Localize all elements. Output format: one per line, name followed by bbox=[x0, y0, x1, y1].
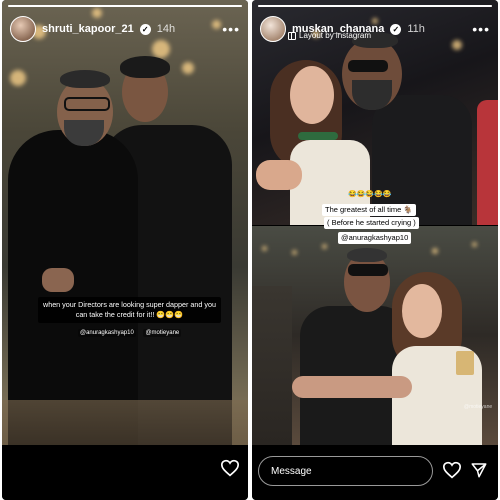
story-progress-bar bbox=[258, 5, 492, 7]
story-photo-bottom bbox=[252, 226, 498, 445]
timestamp: 14h bbox=[156, 23, 176, 35]
story-photo bbox=[2, 0, 248, 445]
watermark-text: @motieyane bbox=[464, 404, 493, 410]
emoji-sticker: 😂😂😂😂😂 bbox=[348, 191, 392, 198]
text-sticker-line: The greatest of all time 🐐 bbox=[322, 204, 416, 216]
layout-label: Layout by instagram bbox=[299, 31, 372, 40]
story-footer bbox=[2, 445, 248, 500]
mention-tags: @anuragkashyap10 @motieyane bbox=[78, 329, 187, 337]
more-options-icon[interactable]: ••• bbox=[222, 22, 240, 36]
mention-tag[interactable]: @motieyane bbox=[143, 329, 182, 337]
verified-badge-icon: ✓ bbox=[139, 23, 151, 35]
story-progress-fill bbox=[258, 5, 492, 7]
caption-text: when your Directors are looking super da… bbox=[38, 297, 221, 323]
avatar[interactable] bbox=[260, 16, 286, 42]
text-sticker-line: ( Before he started crying ) bbox=[324, 217, 419, 229]
story-card-right[interactable]: muskan_chanana ✓ 11h ••• Layout by insta… bbox=[252, 0, 498, 500]
heart-icon[interactable] bbox=[220, 459, 240, 477]
avatar[interactable] bbox=[10, 16, 36, 42]
story-header: shruti_kapoor_21 ✓ 14h ••• bbox=[10, 16, 240, 42]
story-card-left[interactable]: shruti_kapoor_21 ✓ 14h ••• when your Dir… bbox=[2, 0, 248, 500]
mention-tag[interactable]: @anuragkashyap10 bbox=[338, 232, 412, 244]
layout-grid-icon bbox=[288, 31, 296, 40]
verified-badge-icon: ✓ bbox=[390, 23, 402, 35]
more-options-icon[interactable]: ••• bbox=[472, 22, 490, 36]
layout-tag[interactable]: Layout by instagram bbox=[288, 31, 371, 40]
send-icon[interactable] bbox=[470, 461, 488, 479]
username[interactable]: shruti_kapoor_21 bbox=[42, 23, 134, 35]
message-input[interactable]: Message bbox=[258, 456, 433, 486]
heart-icon[interactable] bbox=[442, 461, 462, 479]
timestamp: 11h bbox=[407, 23, 425, 35]
story-progress-fill bbox=[8, 5, 242, 7]
story-progress-bar bbox=[8, 5, 242, 7]
mention-tag[interactable]: @anuragkashyap10 bbox=[78, 329, 136, 337]
